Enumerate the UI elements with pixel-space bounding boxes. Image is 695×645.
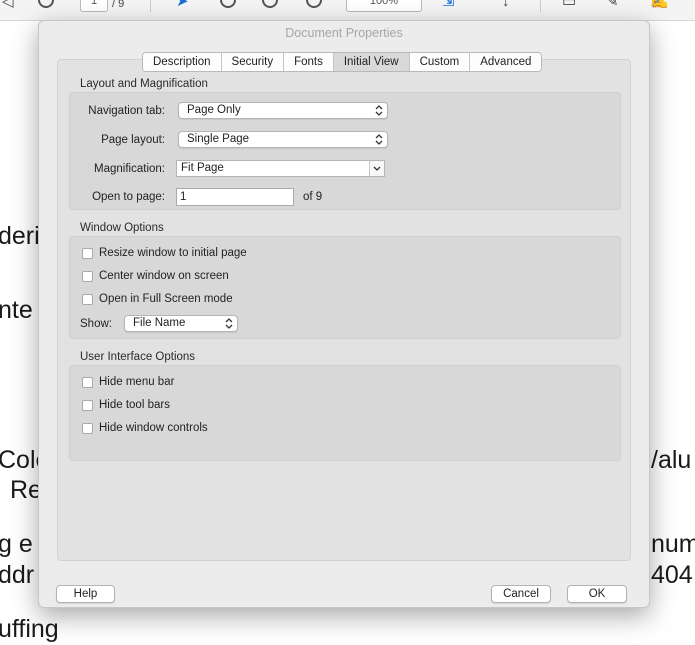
ok-button[interactable]: OK xyxy=(567,585,627,603)
hide-tool-bars-label: Hide tool bars xyxy=(99,399,170,411)
tab-initial-view[interactable]: Initial View xyxy=(333,53,410,71)
full-screen-checkbox[interactable] xyxy=(82,293,93,305)
toolbar-divider xyxy=(150,0,151,12)
document-text: uffing xyxy=(0,615,59,643)
document-text: nte xyxy=(0,296,33,324)
hide-menu-bar-option[interactable]: Hide menu bar xyxy=(82,375,174,389)
comment-icon[interactable]: ▭ xyxy=(562,0,576,10)
center-window-checkbox[interactable] xyxy=(82,270,93,282)
updown-chevron-icon xyxy=(375,105,383,116)
magnification-value: Fit Page xyxy=(181,162,224,174)
info-icon[interactable] xyxy=(306,0,322,8)
download-icon[interactable]: ↓ xyxy=(502,0,510,10)
zoom-in-icon[interactable] xyxy=(262,0,278,8)
page-layout-select[interactable]: Single Page xyxy=(178,131,388,148)
document-text: /alu xyxy=(651,446,692,474)
center-window-option[interactable]: Center window on screen xyxy=(82,269,229,283)
cancel-button[interactable]: Cancel xyxy=(491,585,551,603)
help-button[interactable]: Help xyxy=(56,585,115,603)
tab-bar: Description Security Fonts Initial View … xyxy=(142,52,543,72)
document-text: deri xyxy=(0,222,40,250)
tab-description[interactable]: Description xyxy=(143,53,222,71)
navigation-tab-select[interactable]: Page Only xyxy=(178,102,388,119)
zoom-level-field[interactable]: 100% xyxy=(346,0,422,12)
page-layout-value: Single Page xyxy=(187,133,250,145)
updown-chevron-icon xyxy=(225,318,233,329)
hide-window-controls-label: Hide window controls xyxy=(99,422,208,434)
show-label: Show: xyxy=(80,318,112,330)
next-page-icon[interactable] xyxy=(38,0,54,8)
document-text: 404 xyxy=(651,561,693,589)
highlight-icon[interactable]: ✎ xyxy=(606,0,619,10)
hide-window-controls-option[interactable]: Hide window controls xyxy=(82,421,208,435)
magnification-label: Magnification: xyxy=(94,163,165,175)
page-number-field[interactable]: 1 xyxy=(80,0,108,12)
page-total-text: / 9 xyxy=(112,0,125,10)
layout-section-title: Layout and Magnification xyxy=(80,78,208,90)
document-text: g e xyxy=(0,530,33,558)
resize-window-checkbox[interactable] xyxy=(82,247,93,259)
dialog-title: Document Properties xyxy=(285,26,403,40)
document-text: ddr xyxy=(0,561,35,589)
resize-window-option[interactable]: Resize window to initial page xyxy=(82,246,247,260)
tab-fonts[interactable]: Fonts xyxy=(284,53,334,71)
hide-tool-bars-option[interactable]: Hide tool bars xyxy=(82,398,170,412)
document-text: num xyxy=(651,530,695,558)
previous-page-icon[interactable]: ◁ xyxy=(2,0,14,10)
show-value: File Name xyxy=(133,317,186,329)
tab-security[interactable]: Security xyxy=(221,53,285,71)
ui-options-title: User Interface Options xyxy=(80,351,196,363)
fit-page-icon[interactable]: ⇲ xyxy=(442,0,455,10)
select-tool-icon[interactable]: ➤ xyxy=(176,0,189,10)
updown-chevron-icon xyxy=(375,134,383,145)
page-layout-label: Page layout: xyxy=(101,134,165,146)
toolbar-divider xyxy=(540,0,541,12)
navigation-tab-label: Navigation tab: xyxy=(88,105,165,117)
window-options-title: Window Options xyxy=(80,222,164,234)
resize-window-label: Resize window to initial page xyxy=(99,247,247,259)
hide-menu-bar-label: Hide menu bar xyxy=(99,376,175,388)
tab-custom[interactable]: Custom xyxy=(409,53,471,71)
full-screen-label: Open in Full Screen mode xyxy=(99,293,233,305)
open-to-page-input[interactable]: 1 xyxy=(176,188,294,206)
full-screen-option[interactable]: Open in Full Screen mode xyxy=(82,292,233,306)
signature-icon[interactable]: ✍ xyxy=(650,0,669,10)
show-select[interactable]: File Name xyxy=(124,315,238,332)
chevron-down-icon xyxy=(373,166,381,171)
app-toolbar: ◁ 1 / 9 ➤ 100% ⇲ ↓ ▭ ✎ ✍ xyxy=(0,0,695,21)
navigation-tab-value: Page Only xyxy=(187,104,241,116)
document-properties-dialog: Document Properties Description Security… xyxy=(38,20,650,608)
hide-menu-bar-checkbox[interactable] xyxy=(82,376,93,388)
hide-window-controls-checkbox[interactable] xyxy=(82,422,93,434)
center-window-label: Center window on screen xyxy=(99,270,229,282)
magnification-combobox[interactable]: Fit Page xyxy=(176,160,385,177)
tab-advanced[interactable]: Advanced xyxy=(470,53,542,71)
open-to-page-label: Open to page: xyxy=(92,191,165,203)
zoom-out-icon[interactable] xyxy=(220,0,236,8)
hide-tool-bars-checkbox[interactable] xyxy=(82,399,93,411)
page-count-text: of 9 xyxy=(303,191,323,203)
dropdown-button[interactable] xyxy=(369,161,384,176)
